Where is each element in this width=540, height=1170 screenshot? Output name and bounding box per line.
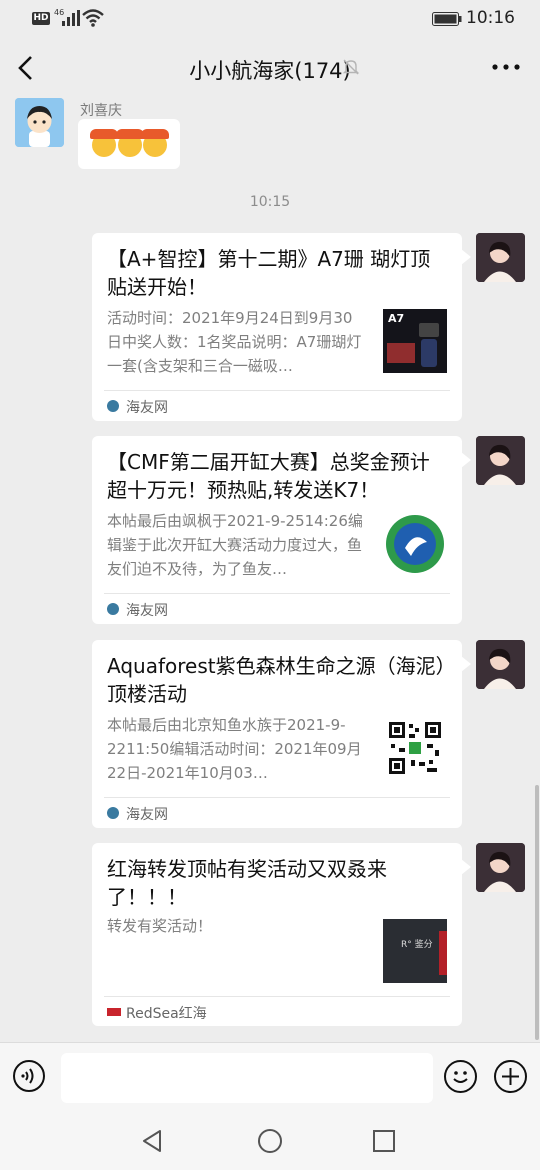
message-timestamp: 10:15 (249, 194, 291, 210)
chat-header: 小小航海家(174) (0, 40, 540, 96)
card-source: 海友网 (126, 603, 168, 619)
emoji-face-icon (90, 129, 118, 157)
card-source: 海友网 (126, 807, 168, 823)
input-bar (0, 1042, 540, 1113)
card-divider (104, 797, 450, 798)
card-divider (104, 390, 450, 391)
card-title: 【A+智控】第十二期》A7珊 瑚灯顶贴送开始！ (107, 247, 431, 299)
system-nav-bar (0, 1112, 540, 1170)
card-description: 本帖最后由飒枫于2021-9-2514:26编辑鉴于此次开缸大赛活动力度过大，鱼… (107, 512, 363, 578)
link-card[interactable]: 【CMF第二届开缸大赛】总奖金预计超十万元！预热贴,转发送K7！ 本帖最后由飒枫… (92, 436, 471, 624)
hd-voice-badge: HD (32, 12, 50, 25)
link-card[interactable]: 【A+智控】第十二期》A7珊 瑚灯顶贴送开始！ 活动时间：2021年9月24日到… (92, 233, 471, 421)
my-avatar[interactable] (476, 843, 525, 892)
chat-scrollbar[interactable] (535, 785, 539, 1040)
emoji-face-icon (116, 129, 144, 157)
emoji-icon[interactable] (444, 1060, 477, 1093)
status-time: 10:16 (466, 8, 515, 28)
mute-bell-icon (342, 59, 360, 75)
card-source: RedSea红海 (126, 1006, 207, 1022)
signal-icon (62, 10, 80, 26)
card-description: 转发有奖活动！ (107, 917, 213, 935)
card-thumbnail (383, 716, 447, 780)
card-divider (104, 996, 450, 997)
card-title: 红海转发顶帖有奖活动又双叒来了！！！ (107, 857, 387, 909)
chat-title: 小小航海家(174) (189, 59, 351, 83)
thumbnail-caption: R° 鉴分 (401, 940, 433, 950)
status-bar: HD 46 10:16 (0, 0, 540, 38)
source-logo-icon (107, 400, 119, 412)
source-logo-icon (107, 807, 119, 819)
message-input[interactable] (61, 1053, 433, 1103)
link-card[interactable]: Aquaforest紫色森林生命之源（海泥）顶楼活动 本帖最后由北京知鱼水族于2… (92, 640, 471, 828)
plus-icon[interactable] (494, 1060, 527, 1093)
my-avatar[interactable] (476, 640, 525, 689)
voice-icon[interactable] (13, 1060, 45, 1092)
card-title: Aquaforest紫色森林生命之源（海泥）顶楼活动 (107, 654, 446, 706)
redsea-logo-icon (107, 1008, 121, 1016)
nav-back-icon[interactable] (140, 1128, 166, 1154)
emoji-face-icon (141, 129, 169, 157)
wifi-icon (82, 9, 104, 27)
link-card[interactable]: 红海转发顶帖有奖活动又双叒来了！！！ 转发有奖活动！ R° 鉴分 RedSea红… (92, 843, 471, 1026)
card-thumbnail: A7 (383, 309, 447, 373)
my-avatar[interactable] (476, 233, 525, 282)
source-logo-icon (107, 603, 119, 615)
sender-name: 刘喜庆 (80, 103, 122, 119)
card-divider (104, 593, 450, 594)
nav-recents-icon[interactable] (372, 1129, 396, 1153)
card-description: 本帖最后由北京知鱼水族于2021-9-2211:50编辑活动时间：2021年09… (107, 716, 362, 782)
card-thumbnail: R° 鉴分 (383, 919, 447, 983)
my-avatar[interactable] (476, 436, 525, 485)
nav-home-icon[interactable] (257, 1128, 283, 1154)
sender-avatar[interactable] (15, 98, 64, 147)
card-description: 活动时间：2021年9月24日到9月30日中奖人数：1名奖品说明：A7珊瑚灯一套… (107, 309, 362, 375)
thumbnail-caption: A7 (388, 312, 405, 325)
emoji-message-bubble[interactable] (78, 119, 180, 169)
battery-icon (432, 12, 462, 26)
card-title: 【CMF第二届开缸大赛】总奖金预计超十万元！预热贴,转发送K7！ (107, 450, 430, 502)
card-thumbnail (383, 512, 447, 576)
card-source: 海友网 (126, 400, 168, 416)
more-dots-icon[interactable] (490, 57, 522, 77)
